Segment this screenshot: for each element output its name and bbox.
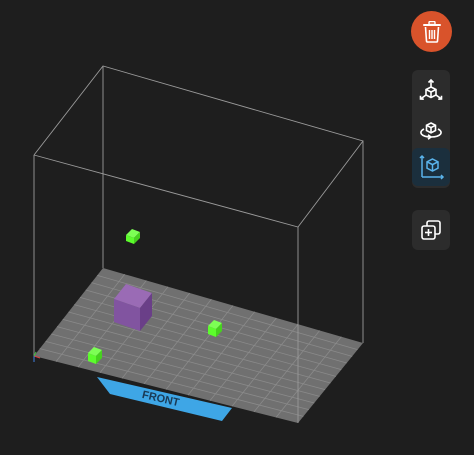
delete-button[interactable]: [411, 11, 452, 52]
3d-viewport[interactable]: FRONT: [0, 0, 474, 455]
rotate-icon: [420, 122, 442, 140]
move-axes-icon: [419, 78, 443, 100]
green-marker-floating[interactable]: [126, 229, 140, 244]
duplicate-icon: [421, 220, 441, 240]
scale-cube-icon: [419, 154, 445, 180]
duplicate-button[interactable]: [412, 211, 450, 249]
move-tool-button[interactable]: [412, 72, 450, 110]
rotate-tool-button[interactable]: [412, 110, 450, 148]
transform-toolbar: [412, 70, 450, 188]
duplicate-toolbar: [412, 210, 450, 250]
scale-tool-button[interactable]: [412, 148, 450, 186]
trash-icon: [422, 20, 441, 43]
